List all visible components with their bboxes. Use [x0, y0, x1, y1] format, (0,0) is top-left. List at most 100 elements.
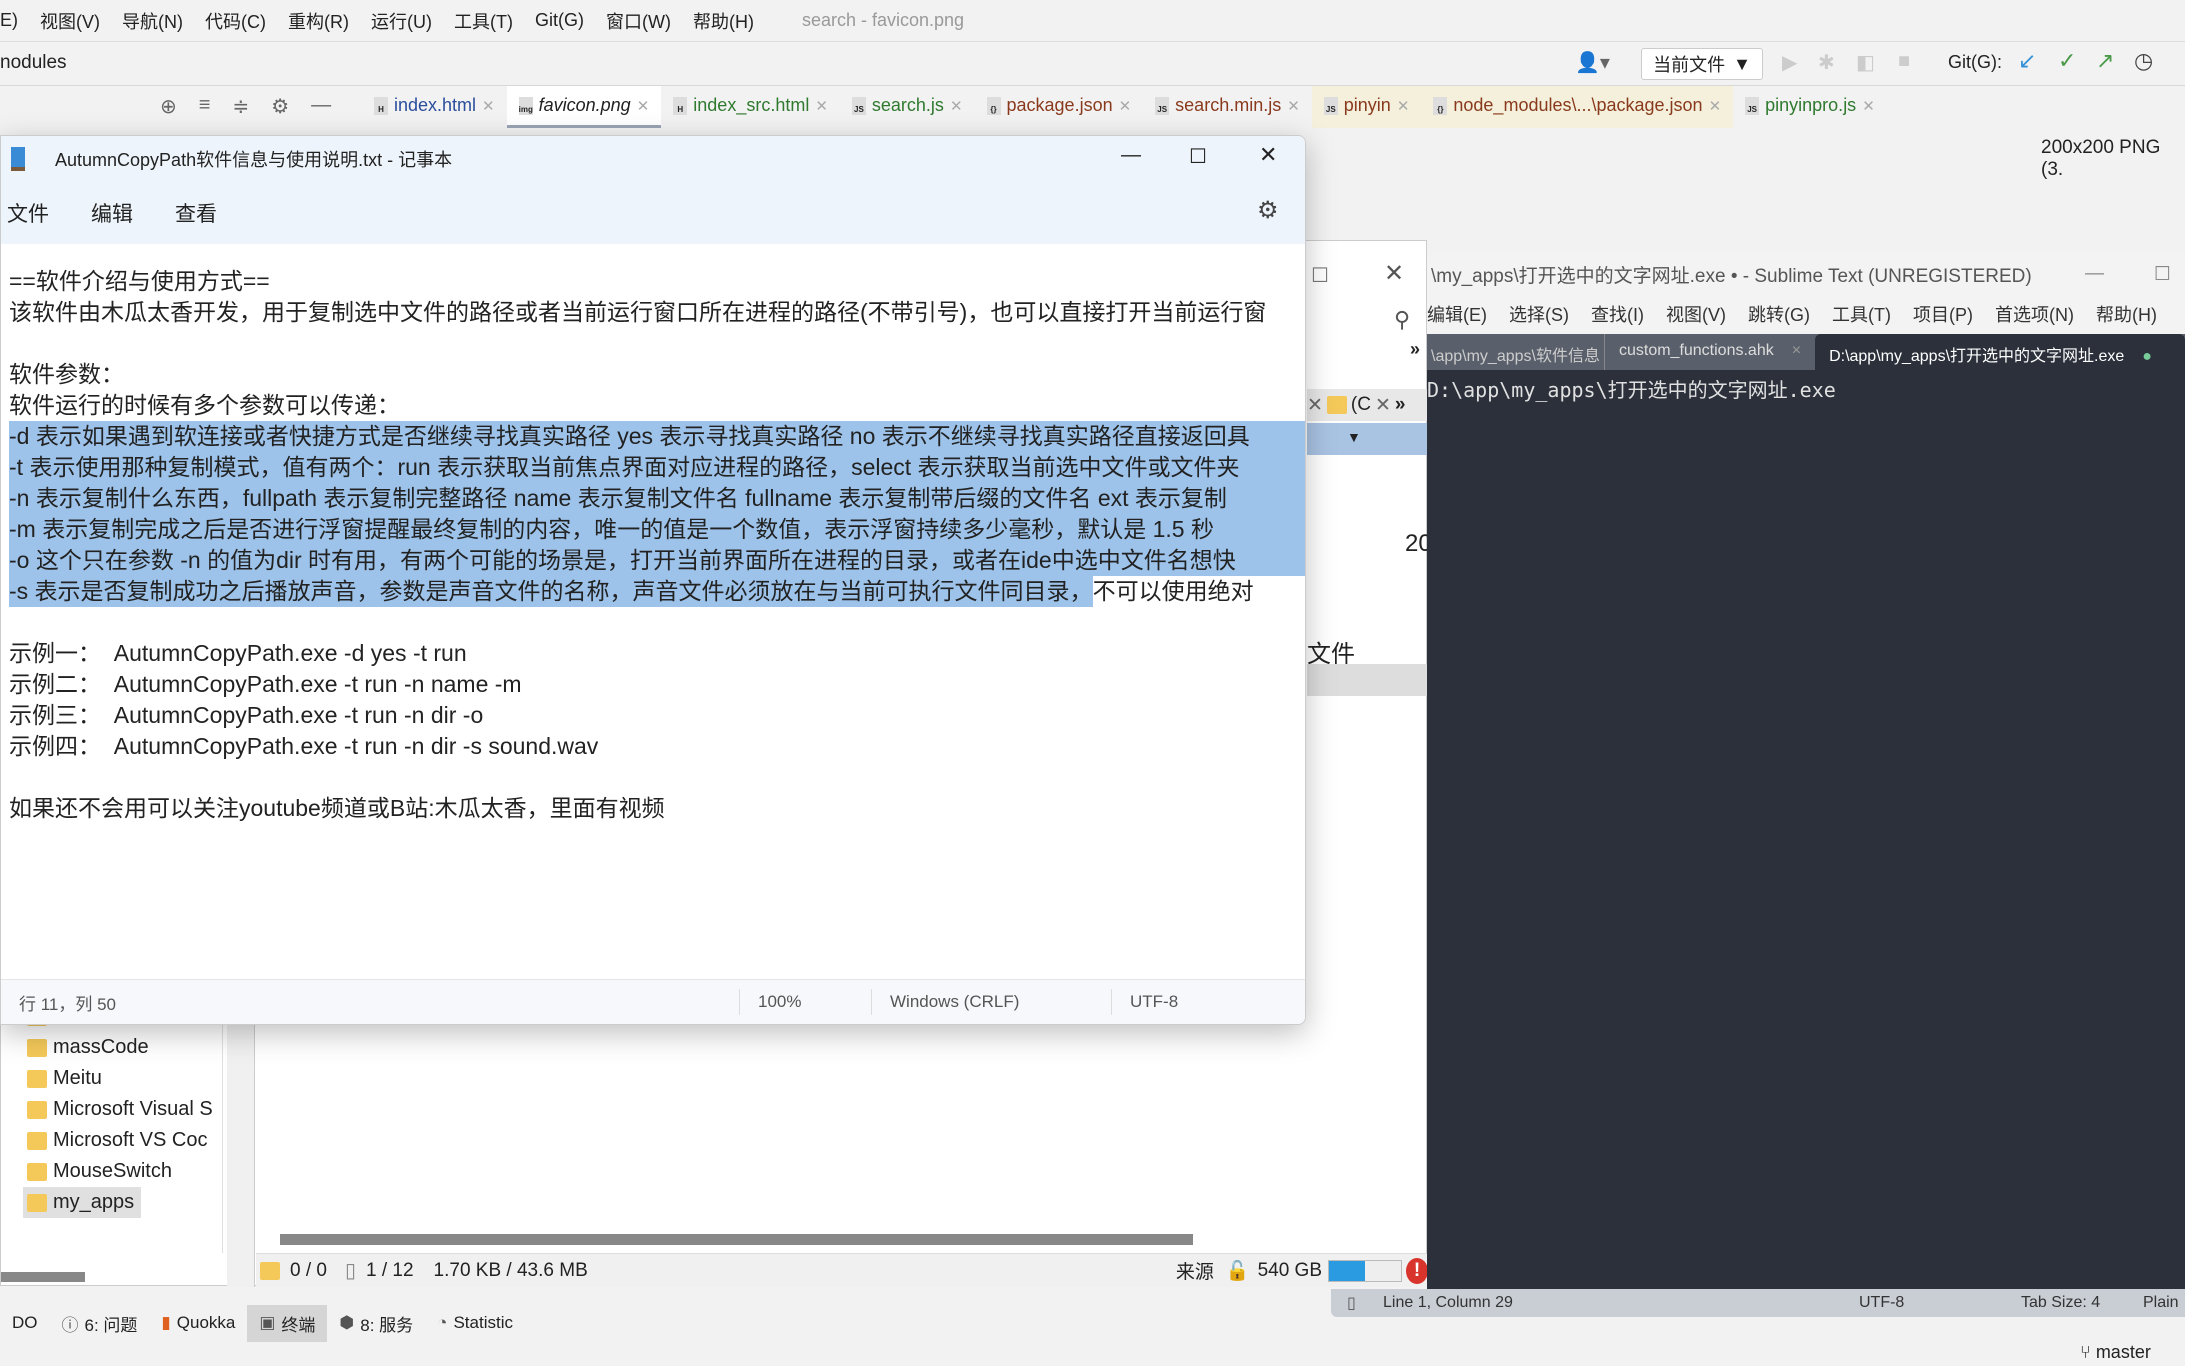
menu-item[interactable]: E)	[0, 10, 18, 31]
menu-item-tools[interactable]: 工具(T)	[454, 8, 513, 34]
sublime-tab[interactable]: \app\my_apps\软件信息	[1427, 334, 1605, 370]
selected-row[interactable]	[1307, 664, 1428, 696]
hide-icon[interactable]: —	[311, 94, 331, 119]
sublime-tab-size[interactable]: Tab Size: 4	[2021, 1294, 2100, 1312]
close-tab-icon[interactable]: ✕	[950, 97, 963, 115]
menu-item-view[interactable]: 视图(V)	[40, 8, 100, 34]
editor-tab[interactable]: JS pinyinpro.js ✕	[1733, 86, 1887, 128]
sublime-menu-item[interactable]: 选择(S)	[1509, 301, 1569, 327]
tool-window-button[interactable]: ▣ 终端	[247, 1304, 328, 1342]
sublime-menu-item[interactable]: 查找(I)	[1591, 301, 1644, 327]
expand-all-icon[interactable]: ≡	[199, 94, 211, 119]
sidebar-toggle-icon[interactable]: ▯	[1347, 1293, 1356, 1313]
locate-icon[interactable]: ⊕	[160, 94, 177, 119]
menu-item-code[interactable]: 代码(C)	[205, 8, 266, 34]
folder-item[interactable]: massCode	[1, 1032, 221, 1063]
encoding: UTF-8	[1111, 989, 1178, 1015]
editor-tab[interactable]: {} node_modules\...\package.json ✕	[1421, 86, 1734, 128]
sublime-menu-item[interactable]: 视图(V)	[1666, 301, 1726, 327]
maximize-icon[interactable]: ☐	[1311, 263, 1329, 288]
folder-item[interactable]: MouseSwitch	[1, 1156, 221, 1187]
sublime-menu-item[interactable]: 项目(P)	[1913, 301, 1973, 327]
git-commit-icon[interactable]: ✓	[2058, 48, 2076, 74]
stop-icon[interactable]: ■	[1898, 50, 1910, 73]
close-tab-icon[interactable]: ✕	[482, 97, 495, 115]
address-dropdown[interactable]: ▼	[1307, 423, 1428, 455]
sublime-menu-item[interactable]: 工具(T)	[1832, 301, 1891, 327]
folder-tab[interactable]: ✕ (C ✕»	[1307, 389, 1428, 421]
folder-item[interactable]: my_apps	[23, 1187, 141, 1218]
tool-window-label: Statistic	[453, 1313, 513, 1332]
settings-gear-icon[interactable]: ⚙	[1257, 196, 1279, 225]
file-type-icon: H	[374, 96, 388, 115]
maximize-icon[interactable]: ☐	[2154, 263, 2171, 286]
git-update-icon[interactable]: ↙	[2018, 48, 2036, 74]
sublime-menu-item[interactable]: 首选项(N)	[1995, 301, 2074, 327]
editor-tab[interactable]: Hindex_src.html ✕	[661, 86, 840, 128]
menu-item-help[interactable]: 帮助(H)	[693, 8, 754, 34]
menu-item-refactor[interactable]: 重构(R)	[288, 8, 349, 34]
close-tab-icon[interactable]: ✕	[1119, 97, 1132, 115]
close-tab-icon[interactable]: ✕	[1287, 97, 1300, 115]
close-tab-icon[interactable]: ✕	[815, 97, 828, 115]
tool-window-button[interactable]: ⬢ 8: 服务	[327, 1305, 425, 1342]
sublime-tab[interactable]: custom_functions.ahk ×	[1605, 334, 1815, 370]
sublime-menu-item[interactable]: 跳转(G)	[1748, 301, 1810, 327]
folder-item[interactable]: Microsoft VS Coc	[1, 1125, 221, 1156]
horizontal-scrollbar[interactable]	[280, 1234, 1193, 1245]
folder-item[interactable]: Microsoft Visual S	[1, 1094, 221, 1125]
menu-item-run[interactable]: 运行(U)	[371, 8, 432, 34]
sublime-menu-item[interactable]: 帮助(H)	[2096, 301, 2157, 327]
close-icon[interactable]: ✕	[1259, 142, 1277, 168]
coverage-icon[interactable]: ◧	[1856, 50, 1875, 75]
close-icon[interactable]: ×	[1792, 342, 1801, 359]
editor-tab[interactable]: img favicon.png ✕	[506, 86, 662, 128]
close-tab-icon[interactable]: ✕	[1709, 97, 1722, 115]
editor-tab[interactable]: Hindex.html ✕	[362, 86, 507, 128]
collapse-all-icon[interactable]: ≑	[232, 94, 249, 119]
gear-icon[interactable]: ⚙	[271, 94, 289, 119]
menu-view[interactable]: 查看	[175, 198, 217, 228]
minimize-icon[interactable]: —	[1121, 144, 1141, 167]
notepad-text-area[interactable]: ==软件介绍与使用方式== 该软件由木瓜太香开发，用于复制选中文件的路径或者当前运…	[1, 246, 1305, 979]
editor-tab[interactable]: JS search.min.js ✕	[1143, 86, 1312, 128]
run-icon[interactable]: ▶	[1782, 50, 1797, 75]
sublime-editor[interactable]: D:\app\my_apps\打开选中的文字网址.exe	[1427, 370, 2185, 403]
sublime-syntax[interactable]: Plain	[2143, 1294, 2179, 1312]
sublime-encoding[interactable]: UTF-8	[1859, 1294, 1904, 1312]
warning-icon[interactable]: !	[1406, 1257, 1428, 1284]
tool-window-button[interactable]: ▮ Quokka	[149, 1307, 247, 1339]
close-tab-icon[interactable]: ✕	[637, 97, 650, 115]
editor-tab[interactable]: {} package.json ✕	[975, 86, 1144, 128]
editor-tab[interactable]: JS search.js ✕	[840, 86, 975, 128]
close-icon[interactable]: ✕	[1384, 259, 1404, 288]
debug-icon[interactable]: ✱	[1818, 50, 1835, 75]
tool-window-button[interactable]: ◔ Statistic	[425, 1307, 525, 1339]
file-type-icon: JS	[1745, 96, 1760, 115]
editor-tab[interactable]: JS pinyin ✕	[1311, 86, 1422, 128]
user-icon[interactable]: 👤▾	[1575, 50, 1610, 75]
menu-item-git[interactable]: Git(G)	[535, 10, 584, 31]
git-push-icon[interactable]: ↗	[2096, 48, 2114, 74]
run-config-dropdown[interactable]: 当前文件 ▼	[1641, 48, 1763, 80]
search-icon[interactable]: ⚲	[1394, 307, 1410, 333]
close-tab-icon[interactable]: ✕	[1862, 97, 1875, 115]
git-branch[interactable]: ⑂ master	[2080, 1342, 2151, 1363]
tool-window-button[interactable]: DO	[0, 1307, 50, 1339]
more-tabs-icon[interactable]: »	[1410, 339, 1420, 360]
sublime-tab-active[interactable]: D:\app\my_apps\打开选中的文字网址.exe ●	[1815, 334, 2185, 370]
maximize-icon[interactable]: ☐	[1189, 144, 1207, 169]
minimize-icon[interactable]: —	[2085, 263, 2104, 285]
folder-item[interactable]: Meitu	[1, 1063, 221, 1094]
line-ending: Windows (CRLF)	[871, 989, 1019, 1015]
menu-item-navigate[interactable]: 导航(N)	[122, 8, 183, 34]
menu-file[interactable]: 文件	[7, 198, 49, 228]
tool-window-button[interactable]: ⓘ 6: 问题	[50, 1305, 150, 1342]
close-tab-icon[interactable]: ✕	[1397, 97, 1410, 115]
tree-scrollbar[interactable]	[1, 1272, 85, 1282]
git-history-icon[interactable]: ◷	[2134, 48, 2153, 74]
menu-edit[interactable]: 编辑	[91, 198, 133, 228]
breadcrumb[interactable]: nodules	[0, 52, 67, 74]
menu-item-window[interactable]: 窗口(W)	[606, 8, 671, 34]
sublime-menu-item[interactable]: 编辑(E)	[1427, 301, 1487, 327]
